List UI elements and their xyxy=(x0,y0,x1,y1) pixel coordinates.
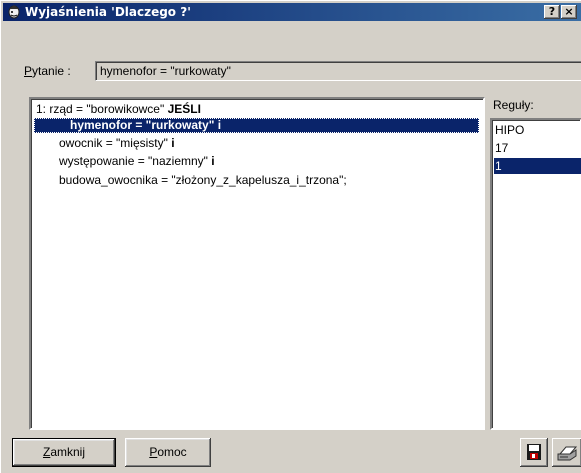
question-field: hymenofor = "rurkowaty" xyxy=(95,61,581,81)
save-disk-icon xyxy=(527,444,541,460)
close-button-text: amknij xyxy=(50,445,86,459)
save-button[interactable] xyxy=(520,438,548,467)
list-item-text: hymenofor = "rurkowaty" i xyxy=(70,118,222,132)
close-button[interactable]: Zamknij xyxy=(12,438,116,467)
question-label-text: ytanie : xyxy=(32,64,71,78)
list-item[interactable]: 1: rząd = "borowikowce" JEŚLI xyxy=(36,102,201,117)
list-item-selected[interactable]: hymenofor = "rurkowaty" i xyxy=(34,118,479,133)
window-title: Wyjaśnienia 'Dlaczego ?' xyxy=(25,5,191,19)
printer-icon xyxy=(557,446,578,461)
help-button-label: Pomoc xyxy=(149,445,186,459)
help-title-button[interactable]: ? xyxy=(544,5,560,19)
rule-item[interactable]: HIPO xyxy=(494,122,581,138)
list-item-keyword: i xyxy=(211,154,215,168)
help-button[interactable]: Pomoc xyxy=(125,438,211,467)
rule-item-selected[interactable]: 1 xyxy=(494,158,581,174)
close-button-label: Zamknij xyxy=(43,445,85,459)
rules-list[interactable]: HIPO 17 1 xyxy=(490,118,581,430)
close-title-button[interactable]: × xyxy=(561,5,577,19)
help-button-text: omoc xyxy=(157,445,187,459)
print-button[interactable] xyxy=(552,438,581,467)
list-item-text: 1: rząd = "borowikowce" xyxy=(36,102,168,116)
list-item[interactable]: występowanie = "naziemny" i xyxy=(59,154,215,169)
list-item-text: występowanie = "naziemny" xyxy=(59,154,212,168)
title-bar: Wyjaśnienia 'Dlaczego ?' ? × xyxy=(3,3,581,21)
rule-item[interactable]: 17 xyxy=(494,140,581,156)
rules-label: Reguły: xyxy=(493,98,534,112)
question-label-hotkey: P xyxy=(24,64,33,78)
list-item[interactable]: budowa_owocnika = "złożony_z_kapelusza_i… xyxy=(59,173,347,188)
dialog-window: Wyjaśnienia 'Dlaczego ?' ? × Pytanie : h… xyxy=(0,0,581,473)
list-item[interactable]: owocnik = "mięsisty" i xyxy=(59,136,175,151)
explanation-list[interactable]: 1: rząd = "borowikowce" JEŚLI hymenofor … xyxy=(29,97,485,430)
question-label: Pytanie : xyxy=(24,64,71,78)
list-item-text: owocnik = "mięsisty" xyxy=(59,136,172,150)
list-item-text: budowa_owocnika = "złożony_z_kapelusza_i… xyxy=(59,173,347,187)
list-item-keyword: i xyxy=(171,136,175,150)
list-item-keyword: JEŚLI xyxy=(167,102,201,116)
wizard-head-icon xyxy=(8,5,20,19)
